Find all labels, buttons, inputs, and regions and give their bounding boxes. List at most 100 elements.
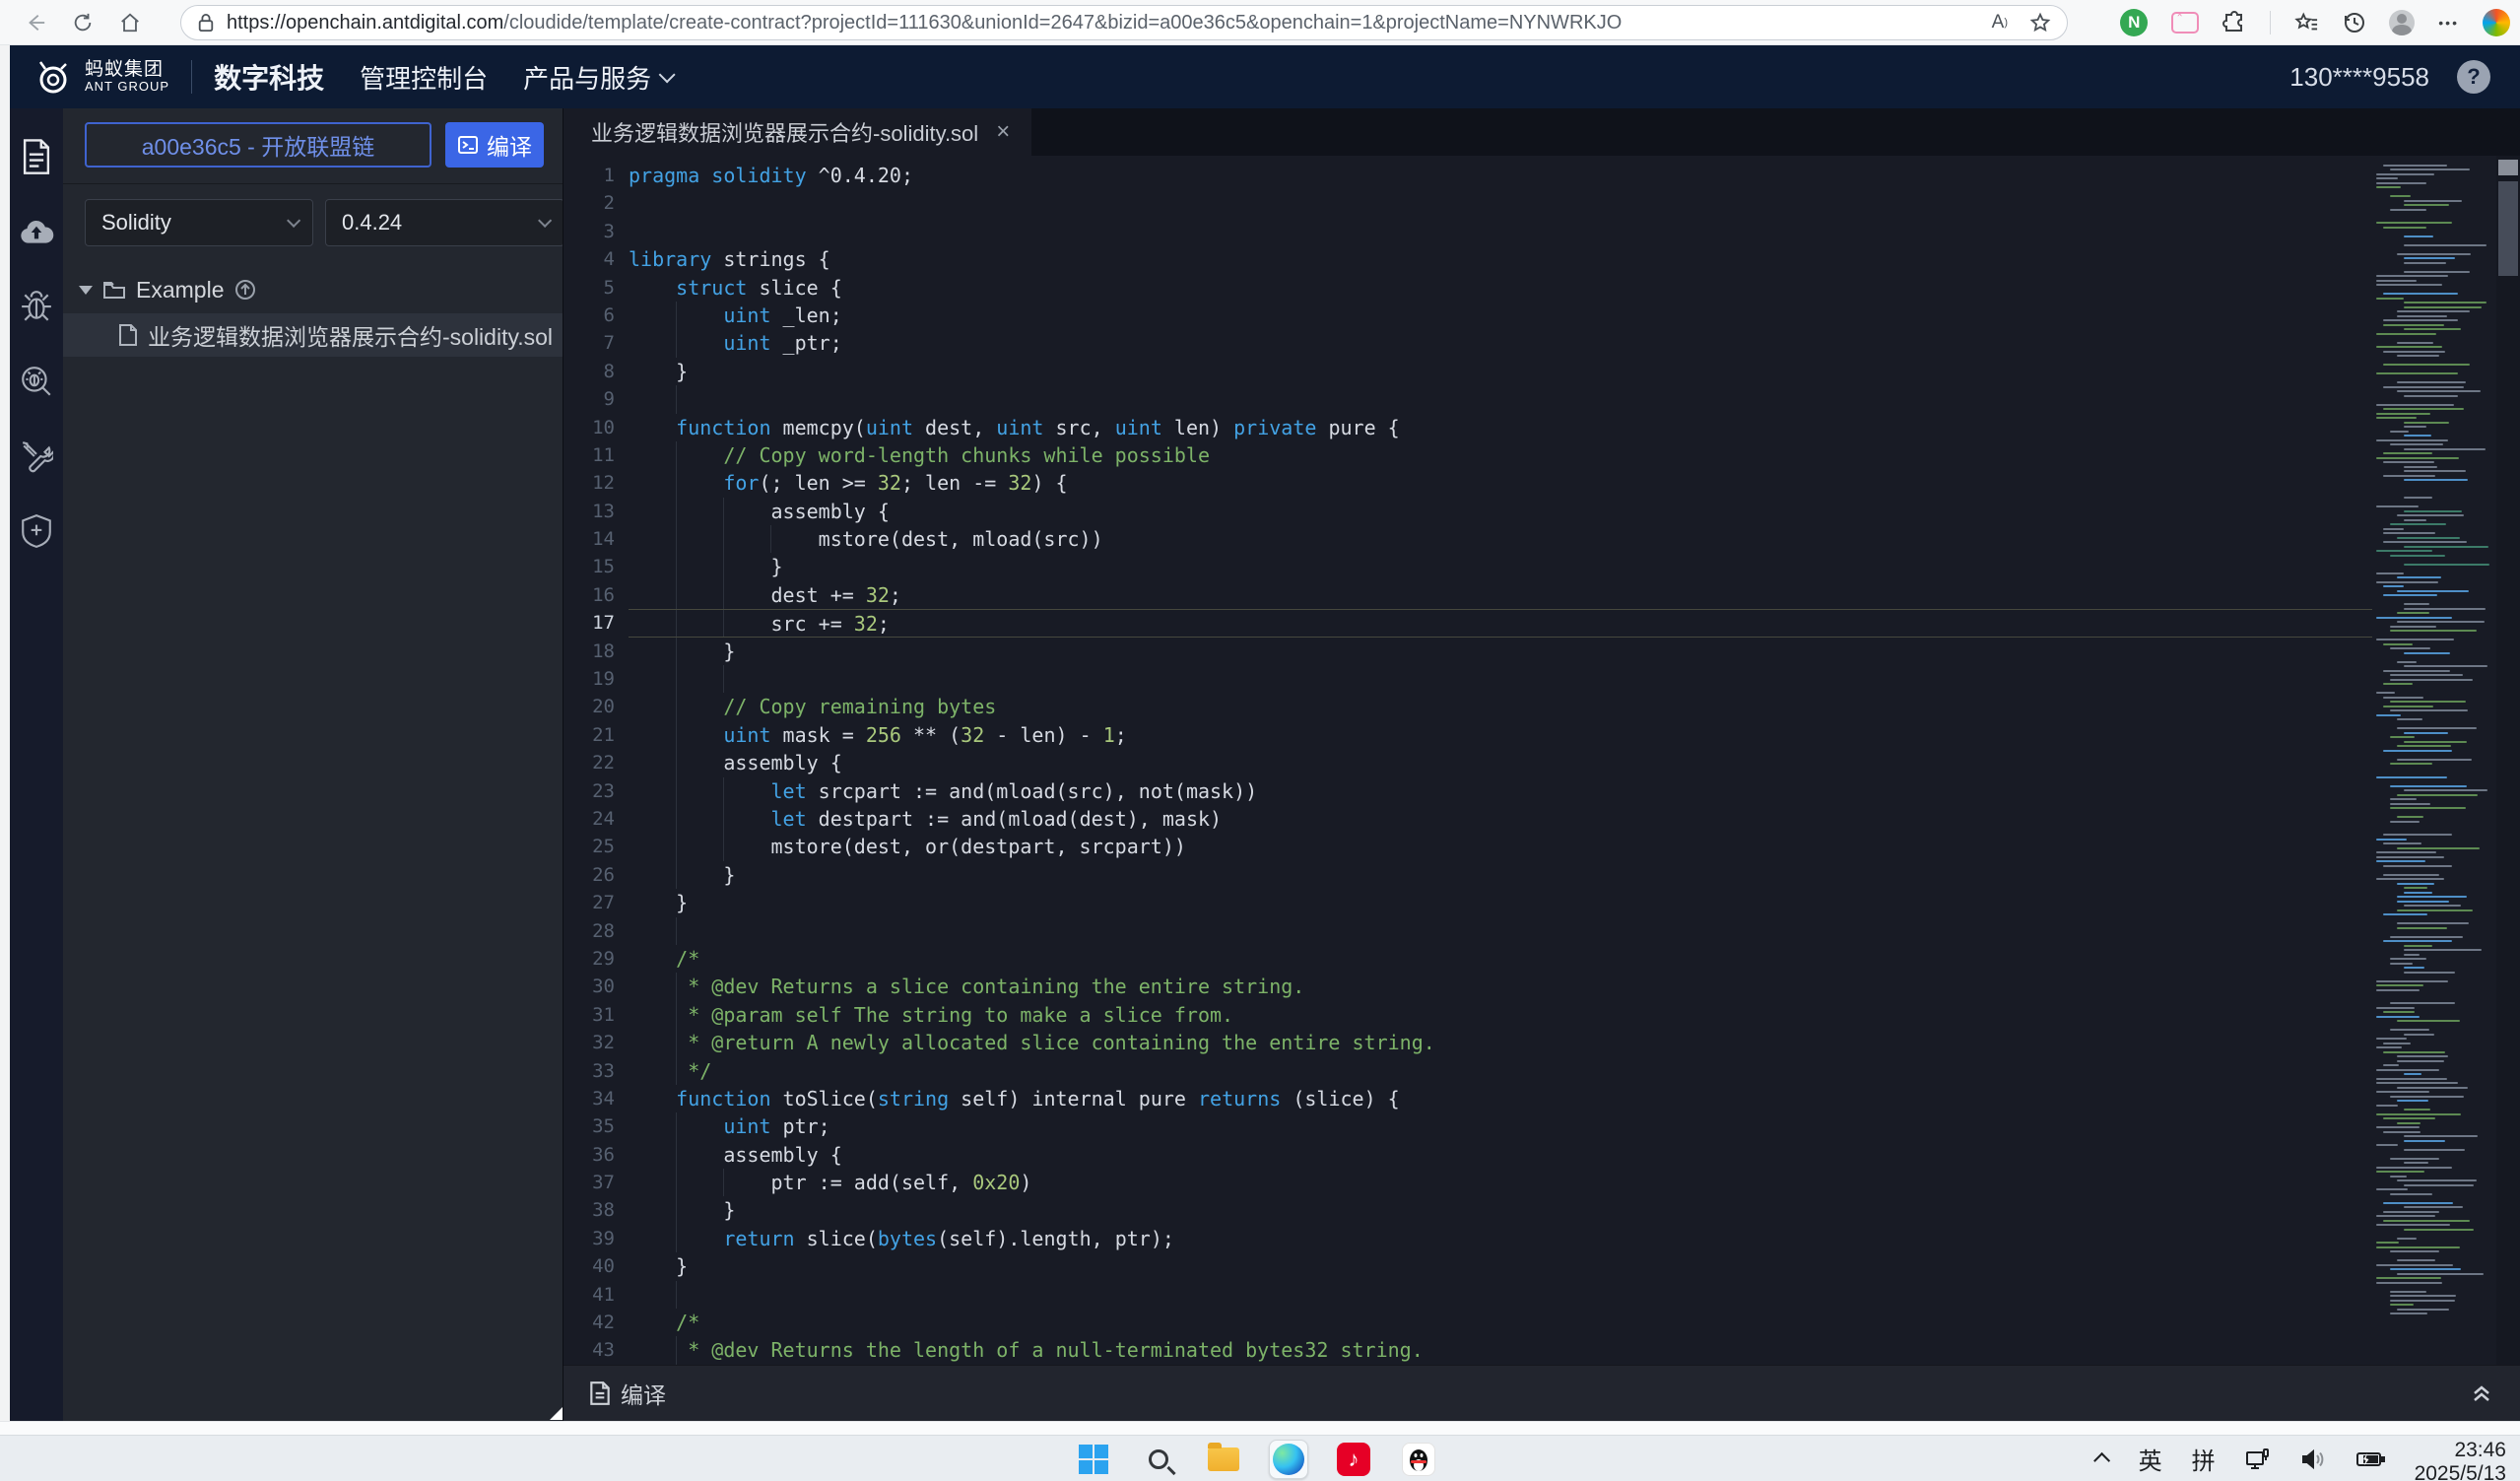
language-select[interactable]: Solidity bbox=[85, 199, 313, 246]
code-line[interactable]: 21 uint mask = 256 ** (32 - len) - 1; bbox=[564, 721, 2372, 749]
code-line[interactable]: 42 /* bbox=[564, 1309, 2372, 1336]
code-line[interactable]: 13 assembly { bbox=[564, 498, 2372, 525]
tools-icon[interactable] bbox=[18, 438, 55, 475]
favorite-star-icon[interactable] bbox=[2029, 12, 2051, 34]
code-line[interactable]: 3 bbox=[564, 218, 2372, 245]
profile-avatar[interactable] bbox=[2389, 10, 2415, 35]
code-line[interactable]: 43 * @dev Returns the length of a null-t… bbox=[564, 1336, 2372, 1364]
expand-panel-icon[interactable] bbox=[2469, 1381, 2494, 1405]
cloud-upload-icon[interactable] bbox=[18, 213, 55, 250]
code-line[interactable]: 15 } bbox=[564, 553, 2372, 580]
code-line[interactable]: 29 /* bbox=[564, 945, 2372, 973]
ime-mode[interactable]: 拼 bbox=[2192, 1442, 2216, 1476]
code-line[interactable]: 11 // Copy word-length chunks while poss… bbox=[564, 441, 2372, 469]
code-line[interactable]: 25 mstore(dest, or(destpart, srcpart)) bbox=[564, 833, 2372, 860]
volume-icon[interactable] bbox=[2300, 1447, 2326, 1471]
code-line[interactable]: 23 let srcpart := and(mload(src), not(ma… bbox=[564, 777, 2372, 805]
code-line[interactable]: 31 * @param self The string to make a sl… bbox=[564, 1001, 2372, 1029]
tree-folder-example[interactable]: Example bbox=[63, 272, 563, 307]
code-line[interactable]: 24 let destpart := and(mload(dest), mask… bbox=[564, 805, 2372, 833]
code-line[interactable]: 32 * @return A newly allocated slice con… bbox=[564, 1029, 2372, 1056]
home-icon[interactable] bbox=[112, 5, 148, 40]
scrollbar-thumb-top[interactable] bbox=[2498, 160, 2518, 175]
history-icon[interactable] bbox=[2342, 11, 2365, 34]
files-icon[interactable] bbox=[18, 138, 55, 175]
upload-icon[interactable] bbox=[233, 278, 257, 302]
start-button[interactable] bbox=[1074, 1440, 1113, 1479]
compile-button[interactable]: 编译 bbox=[445, 122, 544, 168]
code-line[interactable]: 14 mstore(dest, mload(src)) bbox=[564, 525, 2372, 553]
code-line[interactable]: 35 uint ptr; bbox=[564, 1112, 2372, 1140]
code-line[interactable]: 7 uint _ptr; bbox=[564, 329, 2372, 357]
minimap[interactable] bbox=[2376, 156, 2496, 1365]
close-icon[interactable]: × bbox=[996, 118, 1010, 146]
code-line[interactable]: 5 struct slice { bbox=[564, 274, 2372, 302]
code-line[interactable]: 22 assembly { bbox=[564, 749, 2372, 776]
code-line[interactable]: 18 } bbox=[564, 638, 2372, 665]
project-selector[interactable]: a00e36c5 - 开放联盟链 bbox=[85, 122, 431, 168]
antgroup-logo[interactable]: 蚂蚁集团 ANT GROUP bbox=[33, 57, 169, 97]
help-icon[interactable]: ? bbox=[2457, 60, 2490, 94]
extension-n-icon[interactable]: N bbox=[2120, 9, 2148, 36]
collections-icon[interactable] bbox=[2294, 11, 2318, 34]
debug-bug-icon[interactable] bbox=[18, 288, 55, 325]
code-line[interactable]: 36 assembly { bbox=[564, 1141, 2372, 1169]
code-area[interactable]: 1pragma solidity ^0.4.20;234library stri… bbox=[564, 156, 2520, 1365]
code-line[interactable]: 37 ptr := add(self, 0x20) bbox=[564, 1169, 2372, 1196]
code-line[interactable]: 10 function memcpy(uint dest, uint src, … bbox=[564, 414, 2372, 441]
bottom-compile-label[interactable]: 编译 bbox=[621, 1377, 666, 1410]
code-line[interactable]: 20 // Copy remaining bytes bbox=[564, 693, 2372, 720]
code-line[interactable]: 8 } bbox=[564, 358, 2372, 385]
resize-handle[interactable] bbox=[550, 1407, 563, 1420]
edge-browser-active[interactable] bbox=[1269, 1440, 1308, 1479]
account-phone[interactable]: 130****9558 bbox=[2289, 62, 2429, 93]
code-line[interactable]: 39 return slice(bytes(self).length, ptr)… bbox=[564, 1225, 2372, 1252]
browser-menu-dots[interactable]: ••• bbox=[2438, 15, 2459, 31]
code-line[interactable]: 28 bbox=[564, 917, 2372, 945]
code-line[interactable]: 17 src += 32; bbox=[564, 609, 2372, 637]
scrollbar-thumb[interactable] bbox=[2498, 181, 2518, 276]
tray-expand-icon[interactable] bbox=[2093, 1451, 2110, 1468]
code-line[interactable]: 26 } bbox=[564, 861, 2372, 889]
code-line[interactable]: 34 function toSlice(string self) interna… bbox=[564, 1085, 2372, 1112]
refresh-icon[interactable] bbox=[65, 5, 100, 40]
code-line[interactable]: 2 bbox=[564, 189, 2372, 217]
battery-icon[interactable] bbox=[2355, 1448, 2385, 1470]
code-line[interactable]: 33 */ bbox=[564, 1057, 2372, 1085]
code-line[interactable]: 6 uint _len; bbox=[564, 302, 2372, 329]
read-aloud-icon[interactable]: A) bbox=[1992, 12, 2008, 34]
taskbar-search[interactable] bbox=[1139, 1440, 1178, 1479]
address-bar[interactable]: https://openchain.antdigital.com/cloudid… bbox=[180, 5, 2068, 40]
code-line[interactable]: 4library strings { bbox=[564, 245, 2372, 273]
device-icon[interactable] bbox=[2245, 1447, 2271, 1471]
code-line[interactable]: 40 } bbox=[564, 1252, 2372, 1280]
nav-item-console[interactable]: 管理控制台 bbox=[360, 59, 488, 96]
file-explorer[interactable] bbox=[1204, 1440, 1243, 1479]
code-line[interactable]: 9 bbox=[564, 385, 2372, 413]
clock[interactable]: 23:46 2025/5/13 bbox=[2415, 1439, 2506, 1480]
nav-item-services[interactable]: 产品与服务 bbox=[523, 59, 671, 96]
netease-music[interactable]: ♪ bbox=[1334, 1440, 1373, 1479]
security-shield-icon[interactable] bbox=[18, 512, 55, 550]
tab-contract-file[interactable]: 业务逻辑数据浏览器展示合约-solidity.sol × bbox=[564, 108, 1031, 156]
nav-item-product[interactable]: 数字科技 bbox=[214, 57, 324, 97]
code-line[interactable]: 16 dest += 32; bbox=[564, 581, 2372, 609]
code-line[interactable]: 27 } bbox=[564, 889, 2372, 916]
qq-app[interactable] bbox=[1399, 1440, 1438, 1479]
code-line[interactable]: 19 bbox=[564, 665, 2372, 693]
version-select[interactable]: 0.4.24 bbox=[325, 199, 564, 246]
code-line[interactable]: 41 bbox=[564, 1281, 2372, 1309]
tree-file-contract[interactable]: 业务逻辑数据浏览器展示合约-solidity.sol bbox=[63, 313, 563, 357]
scan-audit-icon[interactable] bbox=[18, 363, 55, 400]
editor-scrollbar[interactable] bbox=[2496, 156, 2520, 1365]
extensions-puzzle-icon[interactable] bbox=[2222, 11, 2246, 34]
time: 23:46 bbox=[2415, 1439, 2506, 1462]
code-line[interactable]: 38 } bbox=[564, 1196, 2372, 1224]
code-line[interactable]: 1pragma solidity ^0.4.20; bbox=[564, 162, 2372, 189]
extension-tv-icon[interactable] bbox=[2171, 12, 2199, 34]
code-line[interactable]: 30 * @dev Returns a slice containing the… bbox=[564, 973, 2372, 1000]
back-icon[interactable] bbox=[18, 5, 53, 40]
code-line[interactable]: 12 for(; len >= 32; len -= 32) { bbox=[564, 469, 2372, 497]
copilot-icon[interactable] bbox=[2483, 9, 2510, 36]
ime-language[interactable]: 英 bbox=[2139, 1442, 2162, 1476]
